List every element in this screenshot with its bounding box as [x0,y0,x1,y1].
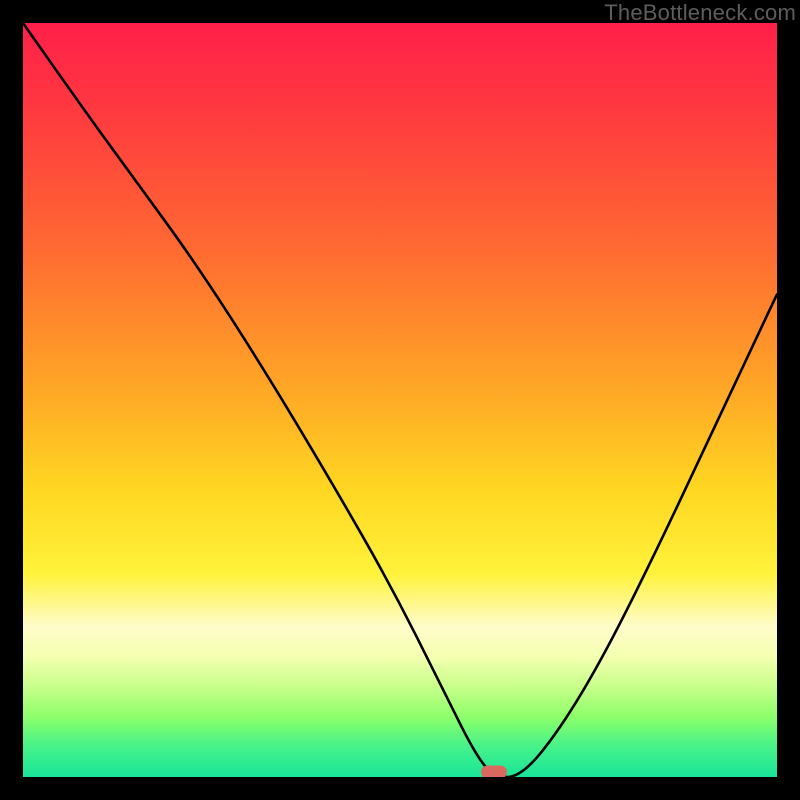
chart-frame: TheBottleneck.com [0,0,800,800]
optimum-marker [481,766,507,777]
bottleneck-curve [23,23,777,777]
plot-area [23,23,777,777]
